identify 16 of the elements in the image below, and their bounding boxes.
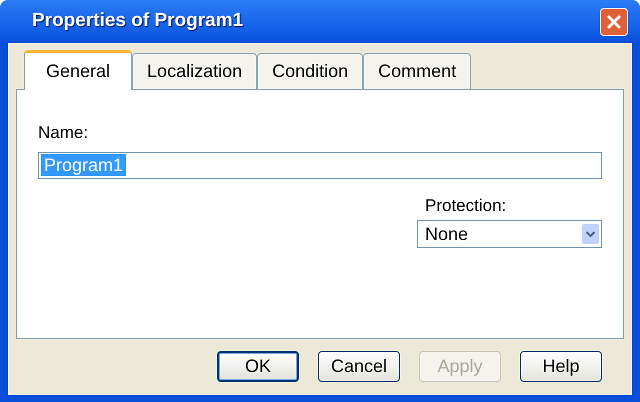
tab[interactable]: Comment — [363, 53, 472, 89]
chevron-down-icon — [582, 224, 599, 244]
protection-dropdown[interactable]: None — [417, 220, 602, 248]
close-button[interactable] — [600, 8, 628, 36]
window-title: Properties of Program1 — [32, 9, 244, 34]
dialog-button[interactable]: Help — [520, 351, 602, 382]
tab[interactable]: Localization — [132, 53, 258, 89]
protection-label: Protection: — [424, 194, 508, 216]
dialog-button[interactable]: Cancel — [318, 351, 400, 382]
tab[interactable]: General — [24, 50, 132, 90]
tab[interactable]: Condition — [257, 53, 364, 89]
close-icon — [606, 14, 622, 30]
name-label: Name: — [38, 122, 90, 144]
protection-value: None — [425, 222, 468, 246]
name-value: Program1 — [41, 154, 126, 176]
dialog-button[interactable]: OK — [217, 351, 299, 382]
